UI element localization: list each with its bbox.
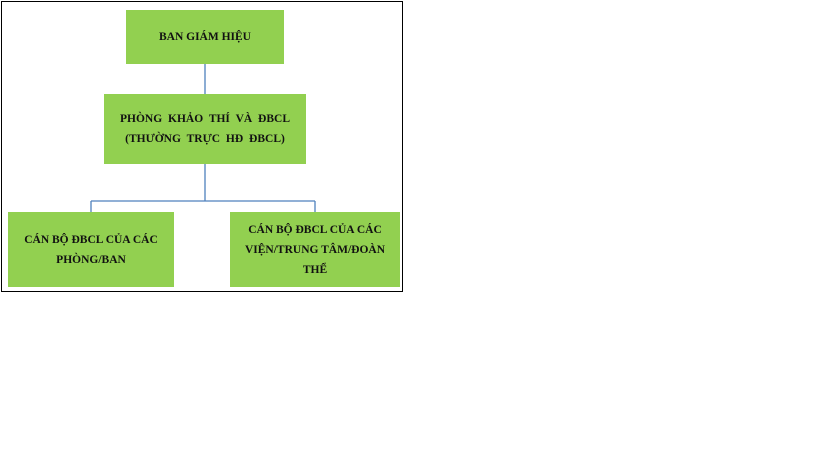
node-can-bo-vien-trung-tam: CÁN BỘ ĐBCL CỦA CÁC VIỆN/TRUNG TÂM/ĐOÀN … [230,212,400,287]
node-can-bo-phong-ban-label: CÁN BỘ ĐBCL CỦA CÁC PHÒNG/BAN [24,233,158,266]
node-phong-khao-thi-text: PHÒNG KHẢO THÍ VÀ ĐBCL (THƯỜNG TRỰC HĐ Đ… [120,109,290,149]
node-phong-khao-thi-line1: PHÒNG KHẢO THÍ VÀ ĐBCL [119,113,291,125]
node-ban-giam-hieu: BAN GIÁM HIỆU [126,10,284,64]
node-can-bo-vien-trung-tam-label: CÁN BỘ ĐBCL CỦA CÁC VIỆN/TRUNG TÂM/ĐOÀN … [244,223,386,276]
node-can-bo-phong-ban: CÁN BỘ ĐBCL CỦA CÁC PHÒNG/BAN [8,212,174,287]
node-phong-khao-thi-line2: (THƯỜNG TRỰC HĐ ĐBCL) [125,133,285,145]
node-ban-giam-hieu-label: BAN GIÁM HIỆU [158,31,251,43]
node-phong-khao-thi: PHÒNG KHẢO THÍ VÀ ĐBCL (THƯỜNG TRỰC HĐ Đ… [104,94,306,164]
